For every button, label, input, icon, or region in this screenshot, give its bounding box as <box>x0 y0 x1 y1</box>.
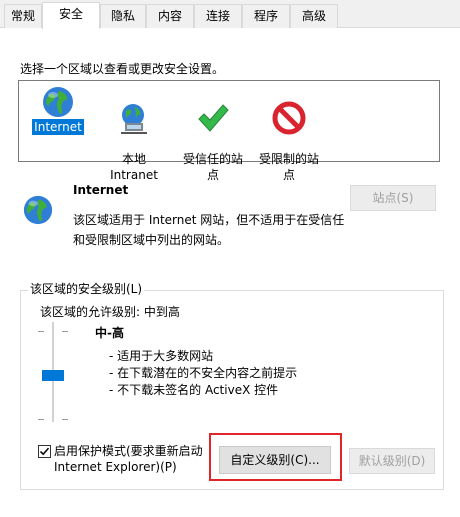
zone-restricted-sites-label: 受限制的站 点 <box>258 152 319 182</box>
checkmark-icon <box>39 447 50 456</box>
zone-description-line2: 和受限制区域中列出的网站。 <box>73 233 230 247</box>
globe-icon <box>23 195 53 225</box>
zone-trusted-sites[interactable]: 受信任的站 点 <box>175 85 251 183</box>
custom-level-button[interactable]: 自定义级别(C)... <box>219 446 331 474</box>
tab-advanced[interactable]: 高级 <box>290 4 338 28</box>
zone-restricted-sites[interactable]: 受限制的站 点 <box>251 85 327 183</box>
default-level-button[interactable]: 默认级别(D) <box>349 448 435 474</box>
tab-strip: 常规 安全 隐私 内容 连接 程序 高级 <box>0 0 460 29</box>
tab-privacy[interactable]: 隐私 <box>100 4 146 28</box>
tab-security[interactable]: 安全 <box>42 2 100 29</box>
sites-button[interactable]: 站点(S) <box>350 185 436 211</box>
trusted-checkmark-icon <box>198 104 229 132</box>
slider-tick <box>38 331 44 332</box>
tab-general[interactable]: 常规 <box>4 4 42 28</box>
security-level-group-title: 该区域的安全级别(L) <box>28 280 145 297</box>
zone-internet[interactable]: Internet <box>27 85 89 135</box>
zone-list: Internet 本地 Intranet 受信任的站 点 受限制的站 点 <box>18 80 440 182</box>
slider-tick <box>62 331 68 332</box>
zone-detail-title: Internet <box>73 183 129 197</box>
intranet-icon <box>121 104 147 134</box>
zone-local-intranet-label: 本地 Intranet <box>110 152 158 182</box>
zones-prompt: 选择一个区域以查看或更改安全设置。 <box>20 62 225 76</box>
level-bullet: - 在下载潜在的不安全内容之前提示 <box>109 366 298 380</box>
zone-internet-label: Internet <box>32 119 84 135</box>
zone-local-intranet[interactable]: 本地 Intranet <box>103 85 165 183</box>
level-bullet: - 适用于大多数网站 <box>109 349 214 363</box>
level-name: 中-高 <box>95 326 124 340</box>
protected-mode-label-line2: Internet Explorer)(P) <box>54 460 177 474</box>
tab-programs[interactable]: 程序 <box>242 4 290 28</box>
slider-tick <box>38 419 44 420</box>
tab-connections[interactable]: 连接 <box>194 4 242 28</box>
protected-mode-label-line1: 启用保护模式(要求重新启动 <box>54 444 203 458</box>
slider-tick <box>62 419 68 420</box>
protected-mode-checkbox[interactable] <box>38 445 51 458</box>
security-level-slider[interactable] <box>38 322 68 422</box>
allowed-levels-text: 该区域的允许级别: 中到高 <box>40 305 180 319</box>
level-bullet: - 不下载未签名的 ActiveX 控件 <box>109 383 279 397</box>
slider-thumb[interactable] <box>42 370 64 381</box>
zone-trusted-sites-label: 受信任的站 点 <box>182 152 243 182</box>
restricted-icon <box>272 101 306 135</box>
tab-content[interactable]: 内容 <box>146 4 194 28</box>
globe-icon <box>43 87 73 117</box>
zone-description-line1: 该区域适用于 Internet 网站，但不适用于在受信任 <box>73 213 345 227</box>
